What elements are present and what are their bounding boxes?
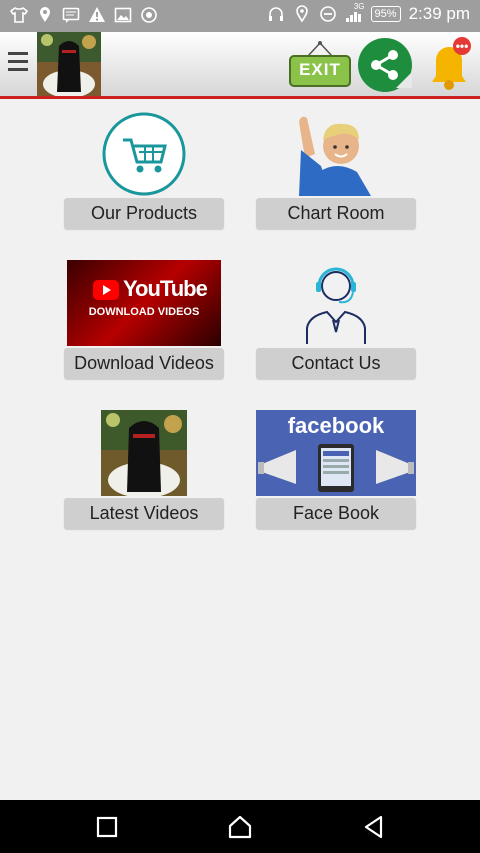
- tile-image: [64, 410, 224, 496]
- image-icon: [114, 7, 132, 23]
- app-bar: EXIT •••: [0, 32, 480, 99]
- tile-label: Our Products: [64, 198, 224, 229]
- tile-image: [64, 110, 224, 196]
- tile-label: Contact Us: [256, 348, 416, 379]
- recent-apps-icon[interactable]: [92, 812, 122, 842]
- play-icon: [93, 280, 119, 300]
- megaphones-icon: [258, 444, 414, 492]
- shopping-cart-icon: [102, 112, 186, 196]
- notification-bell-button[interactable]: •••: [424, 36, 474, 92]
- tile-label: Chart Room: [256, 198, 416, 229]
- status-bar: 3G 95% 2:39 pm: [0, 0, 480, 32]
- notification-badge: •••: [455, 39, 469, 53]
- minus-circle-icon: [319, 6, 336, 22]
- tile-image: YouTube DOWNLOAD VIDEOS: [64, 260, 224, 346]
- warning-icon: [89, 7, 105, 22]
- headset-icon: [268, 7, 283, 21]
- tile-image: [256, 260, 416, 346]
- share-button[interactable]: [356, 36, 414, 94]
- exit-button[interactable]: EXIT: [288, 40, 352, 88]
- navigation-bar: [0, 800, 480, 853]
- youtube-download-banner: YouTube DOWNLOAD VIDEOS: [67, 260, 221, 346]
- avatar[interactable]: [37, 32, 101, 96]
- support-agent-icon: [306, 267, 366, 344]
- tile-image: [256, 110, 416, 196]
- menu-line: [8, 60, 28, 63]
- menu-button[interactable]: [8, 52, 28, 74]
- clock: 2:39 pm: [408, 4, 470, 23]
- signal-indicator: 3G: [345, 2, 365, 23]
- banner-title: facebook: [287, 413, 385, 438]
- home-icon[interactable]: [225, 812, 255, 842]
- system-icons: 3G 95% 2:39 pm: [267, 2, 470, 24]
- camera-icon: [141, 7, 157, 23]
- tile-label: Face Book: [256, 498, 416, 529]
- banner-title: YouTube: [123, 276, 208, 301]
- menu-line: [8, 52, 28, 55]
- location-icon: [40, 7, 50, 22]
- tile-image: facebook: [256, 410, 416, 496]
- signal-icon: [345, 12, 361, 22]
- person-photo: [101, 410, 187, 496]
- back-icon[interactable]: [359, 812, 389, 842]
- tile-label: Latest Videos: [64, 498, 224, 529]
- tile-label: Download Videos: [64, 348, 224, 379]
- message-icon: [62, 7, 80, 23]
- notification-icons: [10, 6, 158, 24]
- shirt-icon: [10, 7, 28, 23]
- waving-man-icon: [299, 116, 371, 196]
- exit-label: EXIT: [299, 60, 341, 79]
- facebook-banner: facebook: [256, 410, 416, 496]
- battery-indicator: 95%: [370, 6, 401, 22]
- banner-subtitle: DOWNLOAD VIDEOS: [88, 306, 200, 318]
- location-icon: [295, 5, 308, 23]
- menu-line: [8, 68, 28, 71]
